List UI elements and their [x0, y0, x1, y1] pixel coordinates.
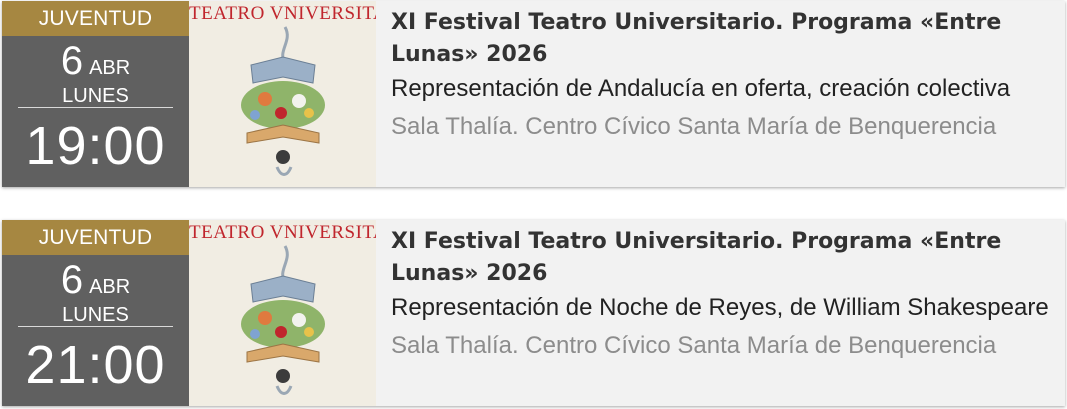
event-description: Representación de Noche de Reyes, de Wil…	[391, 294, 1049, 321]
date-divider	[18, 326, 173, 327]
event-date-panel: JUVENTUD 6 ABR LUNES 19:00	[2, 1, 189, 187]
category-badge: JUVENTUD	[2, 220, 189, 255]
event-date: 6 ABR	[2, 41, 189, 81]
event-month: ABR	[89, 57, 131, 79]
event-info: XI Festival Teatro Universitario. Progra…	[376, 1, 1065, 187]
event-month: ABR	[89, 276, 131, 298]
event-day: 6	[60, 39, 84, 83]
event-venue: Sala Thalía. Centro Cívico Santa María d…	[391, 332, 997, 359]
event-info: XI Festival Teatro Universitario. Progra…	[376, 220, 1065, 406]
date-divider	[18, 107, 173, 108]
event-weekday: LUNES	[62, 85, 129, 107]
event-card[interactable]: JUVENTUD 6 ABR LUNES 21:00 TEATRO VNIVERS…	[2, 220, 1065, 406]
poster-illustration-icon	[189, 1, 376, 187]
event-title[interactable]: XI Festival Teatro Universitario. Progra…	[391, 226, 1049, 290]
event-weekday: LUNES	[62, 304, 129, 326]
poster-title: TEATRO VNIVERSITARIO	[189, 222, 376, 243]
event-date-panel: JUVENTUD 6 ABR LUNES 21:00	[2, 220, 189, 406]
event-poster-image[interactable]: TEATRO VNIVERSITARIO	[189, 220, 376, 406]
event-date: 6 ABR	[2, 260, 189, 300]
event-description: Representación de Andalucía en oferta, c…	[391, 75, 1011, 102]
event-day: 6	[60, 258, 84, 302]
event-card[interactable]: JUVENTUD 6 ABR LUNES 19:00 TEATRO VNIVERS…	[2, 1, 1065, 187]
poster-title: TEATRO VNIVERSITARIO	[189, 3, 376, 24]
category-badge: JUVENTUD	[2, 1, 189, 36]
event-time: 19:00	[25, 116, 166, 176]
event-title[interactable]: XI Festival Teatro Universitario. Progra…	[391, 7, 1049, 71]
event-venue: Sala Thalía. Centro Cívico Santa María d…	[391, 113, 997, 140]
event-time: 21:00	[25, 335, 166, 395]
event-poster-image[interactable]: TEATRO VNIVERSITARIO	[189, 1, 376, 187]
poster-illustration-icon	[189, 220, 376, 406]
